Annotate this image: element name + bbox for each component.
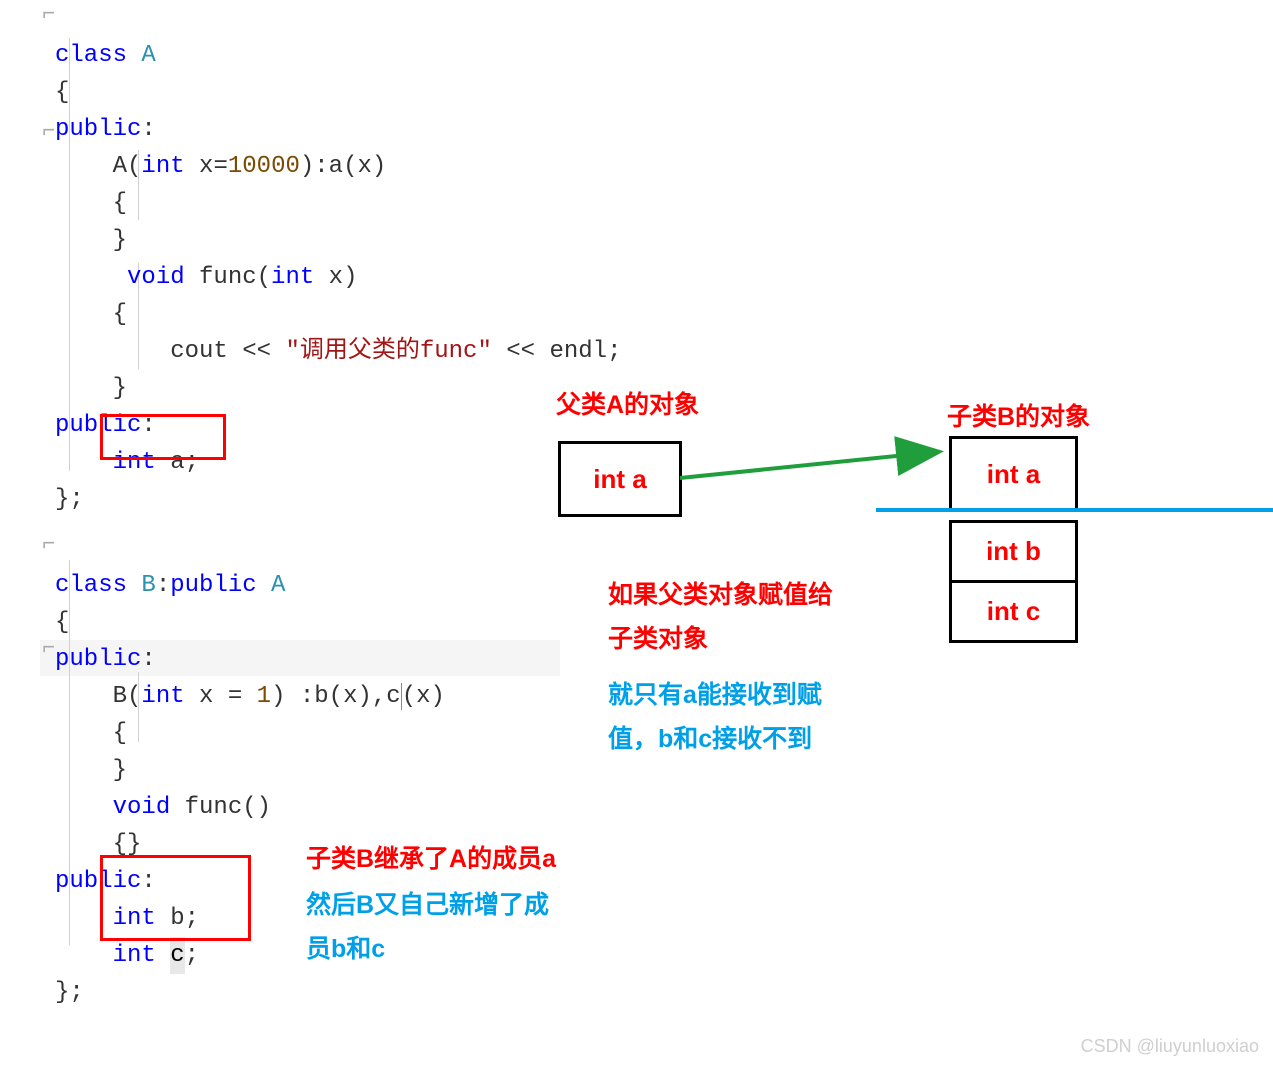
annotation-inherit: 子类B继承了A的成员a <box>306 838 556 882</box>
class-name-a: A <box>127 42 156 69</box>
child-box-int-b: int b <box>949 520 1078 583</box>
child-box-int-c: int c <box>949 580 1078 643</box>
label-child-object: 子类B的对象 <box>947 396 1090 440</box>
brace: { <box>55 79 69 106</box>
string-literal: "调用父类的func" <box>285 338 491 365</box>
kw-class: class <box>55 42 127 69</box>
highlight-int-bc <box>100 855 251 941</box>
parent-box-int-a: int a <box>558 441 682 517</box>
annotation-assign: 如果父类对象赋值给 子类对象 <box>608 574 833 662</box>
kw-class: class <box>55 572 127 599</box>
annotation-only-a: 就只有a能接收到赋 值，b和c接收不到 <box>608 674 822 762</box>
watermark: CSDN @liuyunluoxiao <box>1081 1036 1259 1057</box>
highlight-int-a <box>100 414 226 460</box>
annotation-addbc: 然后B又自己新增了成 员b和c <box>306 884 549 972</box>
arrow-icon <box>678 436 953 486</box>
class-name-b: B <box>127 572 156 599</box>
label-parent-object: 父类A的对象 <box>556 384 699 428</box>
kw-public: public <box>55 116 141 143</box>
child-box-int-a: int a <box>949 436 1078 512</box>
